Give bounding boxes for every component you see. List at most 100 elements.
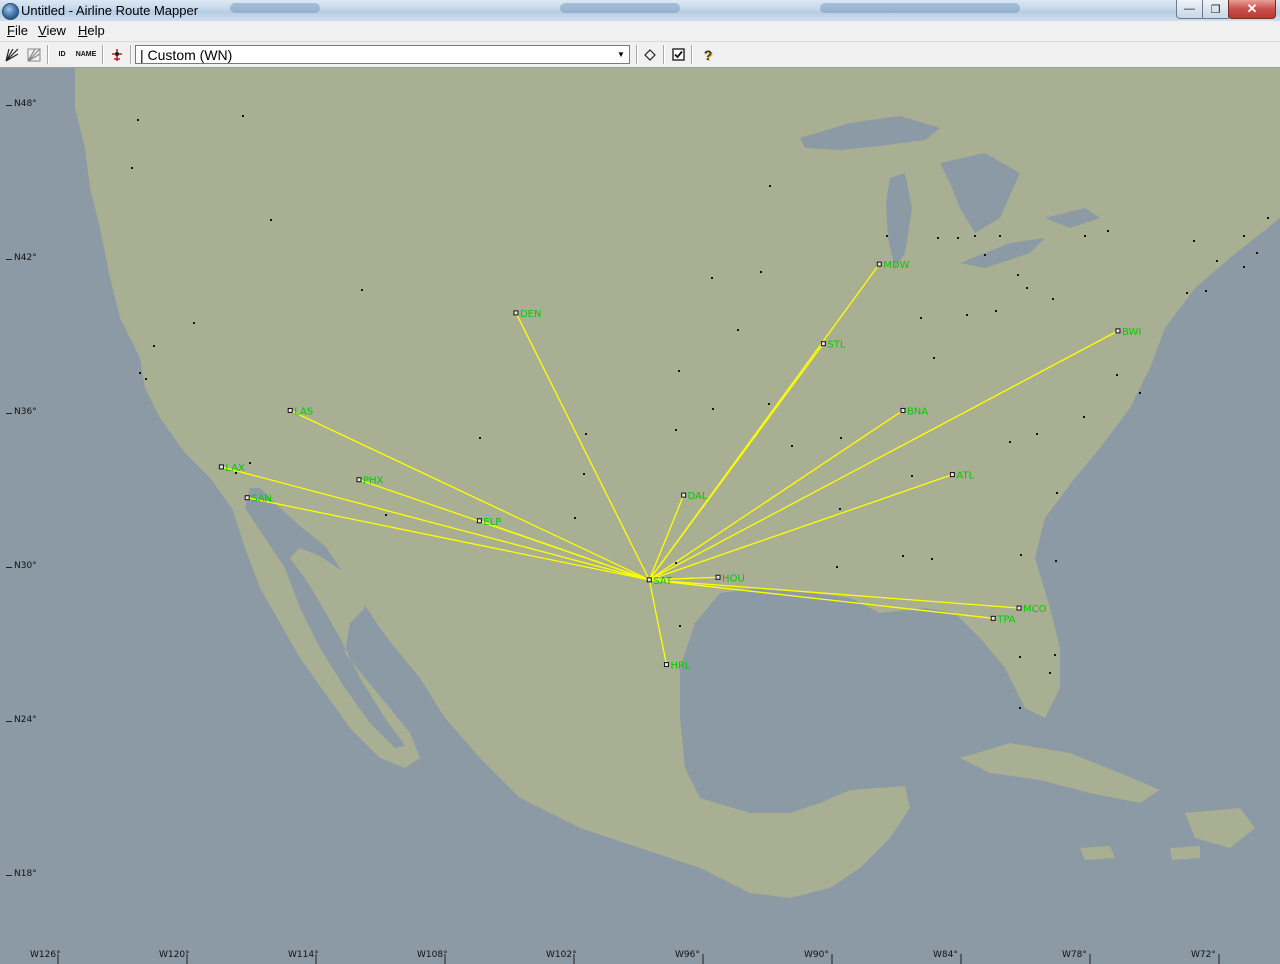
city-dot	[139, 372, 141, 374]
app-globe-icon[interactable]	[2, 3, 19, 20]
city-dot	[920, 317, 922, 319]
airport-label-dal[interactable]: DAL	[688, 491, 708, 502]
airport-marker-sat[interactable]	[646, 577, 652, 583]
city-dot	[1256, 252, 1258, 254]
toolbar-separator	[47, 45, 48, 64]
airport-marker-san[interactable]	[244, 495, 250, 501]
airport-marker-las[interactable]	[287, 407, 293, 413]
diamond-button[interactable]	[640, 45, 660, 64]
menu-file-accel: F	[7, 23, 15, 38]
city-dot	[712, 408, 714, 410]
city-dot	[153, 345, 155, 347]
airport-label-stl[interactable]: STL	[827, 340, 845, 351]
airport-label-phx[interactable]: PHX	[363, 476, 384, 487]
grid-tool-icon	[27, 48, 41, 62]
maximize-button[interactable]: ❐	[1202, 0, 1229, 19]
airport-label-lax[interactable]: LAX	[225, 463, 245, 474]
airport-marker-elp[interactable]	[476, 518, 482, 524]
menu-file[interactable]: File	[4, 23, 31, 38]
airport-marker-lax[interactable]	[218, 464, 224, 470]
route-tool-button[interactable]	[2, 45, 22, 64]
show-name-button[interactable]: NAME	[74, 45, 98, 64]
title-bar: Untitled - Airline Route Mapper — ❐ ✕	[0, 0, 1280, 21]
airport-marker-phx[interactable]	[356, 477, 362, 483]
city-dot	[1186, 292, 1188, 294]
city-dot	[1026, 287, 1028, 289]
city-dot	[1084, 235, 1086, 237]
airport-marker-hrl[interactable]	[663, 662, 669, 668]
airport-label-tpa[interactable]: TPA	[996, 614, 1015, 625]
city-dot	[737, 329, 739, 331]
city-dot	[902, 555, 904, 557]
grid-tool-button[interactable]	[24, 45, 44, 64]
airport-label-mco[interactable]: MCO	[1023, 604, 1047, 615]
map-canvas[interactable]: SAT DEN LAS LAX SAN PHX ELP DAL HOU HRL MDW STL BNA B…	[0, 68, 1280, 964]
city-dot	[574, 517, 576, 519]
minimize-icon: —	[1184, 3, 1195, 15]
lat-label: N36°	[14, 407, 37, 417]
city-dot	[1019, 707, 1021, 709]
city-dot	[1216, 260, 1218, 262]
lat-label: N48°	[14, 99, 37, 109]
airport-label-hou[interactable]: HOU	[722, 573, 745, 584]
city-dot	[711, 277, 713, 279]
airport-label-bna[interactable]: BNA	[907, 406, 928, 417]
help-button[interactable]: ?	[698, 45, 718, 64]
cuba-island	[960, 743, 1160, 803]
airport-marker-den[interactable]	[513, 310, 519, 316]
lat-label: N30°	[14, 561, 37, 571]
toolbar-separator	[102, 45, 103, 64]
menu-view[interactable]: View	[35, 23, 69, 38]
airline-select-value: | Custom (WN)	[140, 47, 233, 63]
city-dot	[1020, 554, 1022, 556]
city-dot	[679, 625, 681, 627]
airport-marker-bna[interactable]	[900, 407, 906, 413]
lat-tick	[6, 721, 12, 722]
airport-label-bwi[interactable]: BWI	[1122, 327, 1141, 338]
window-title: Untitled - Airline Route Mapper	[21, 3, 199, 18]
airport-label-sat[interactable]: SAT	[653, 576, 673, 587]
airport-marker-hou[interactable]	[715, 574, 721, 580]
airport-label-den[interactable]: DEN	[520, 309, 542, 320]
route-map[interactable]: SAT DEN LAS LAX SAN PHX ELP DAL HOU HRL MDW STL BNA B…	[0, 68, 1280, 964]
toolbar-separator	[663, 45, 664, 64]
airport-marker-mco[interactable]	[1016, 605, 1022, 611]
airport-label-hrl[interactable]: HRL	[670, 661, 690, 672]
title-bar-decoration	[230, 3, 320, 13]
title-bar-decoration	[820, 3, 1020, 13]
airport-marker-mdw[interactable]	[876, 261, 882, 267]
close-button[interactable]: ✕	[1228, 0, 1276, 19]
lat-label: N24°	[14, 715, 37, 725]
city-dot	[984, 254, 986, 256]
city-dot	[361, 289, 363, 291]
airport-marker-dal[interactable]	[681, 492, 687, 498]
airport-marker-stl[interactable]	[820, 341, 826, 347]
checkbox-button[interactable]	[668, 45, 688, 64]
airport-marker-atl[interactable]	[949, 472, 955, 478]
chevron-down-icon[interactable]: ▼	[613, 46, 629, 63]
airport-label-atl[interactable]: ATL	[956, 471, 974, 482]
airport-label-mdw[interactable]: MDW	[883, 260, 909, 271]
city-dot	[1049, 672, 1051, 674]
airport-label-san[interactable]: SAN	[251, 494, 272, 505]
menu-help[interactable]: Help	[75, 23, 108, 38]
minimize-button[interactable]: —	[1176, 0, 1203, 19]
city-dot	[995, 310, 997, 312]
city-dot	[385, 514, 387, 516]
route-tool-icon	[5, 48, 19, 62]
airline-select[interactable]: | Custom (WN) ▼	[135, 45, 630, 64]
show-id-button[interactable]: ID	[52, 45, 72, 64]
airport-marker-tpa[interactable]	[990, 615, 996, 621]
airport-marker-bwi[interactable]	[1115, 328, 1121, 334]
city-dot	[911, 475, 913, 477]
florida-keys	[1170, 846, 1200, 860]
id-label-icon: ID	[58, 51, 66, 58]
city-dot	[1017, 274, 1019, 276]
airport-label-las[interactable]: LAS	[294, 406, 313, 417]
airport-marker-button[interactable]	[107, 45, 127, 64]
city-dot	[583, 473, 585, 475]
city-dot	[145, 378, 147, 380]
airport-label-elp[interactable]: ELP	[483, 517, 501, 528]
close-icon: ✕	[1246, 1, 1258, 16]
city-dot	[1083, 416, 1085, 418]
